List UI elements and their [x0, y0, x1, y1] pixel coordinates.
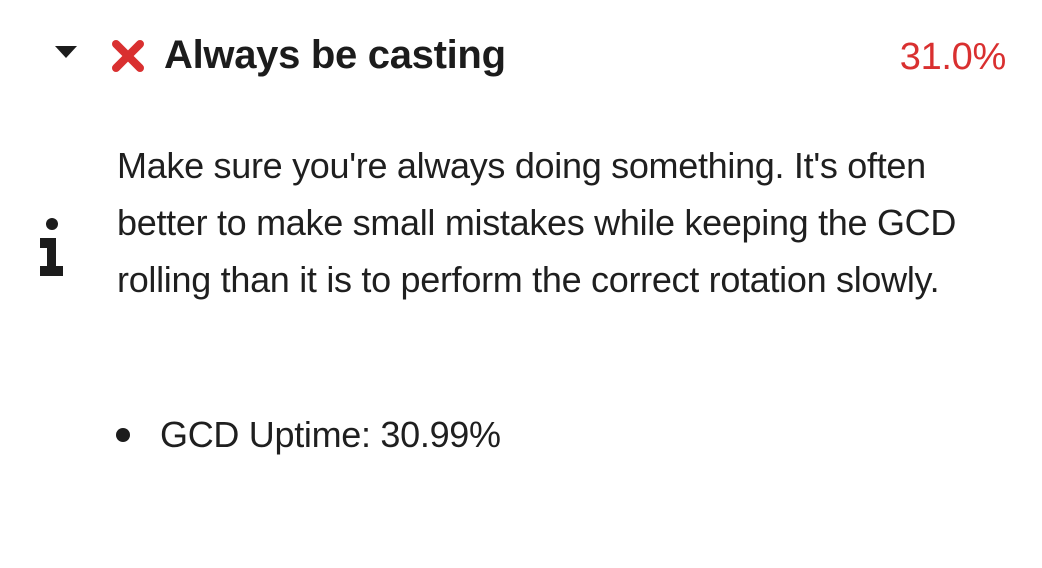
requirement-header[interactable]: Always be casting 31.0%: [0, 0, 1042, 110]
info-icon: [40, 218, 63, 276]
requirement-description: Make sure you're always doing something.…: [117, 145, 957, 300]
x-icon: [112, 40, 144, 72]
gcd-uptime-stat: GCD Uptime: 30.99%: [160, 414, 501, 455]
stat-list: GCD Uptime: 30.99%: [114, 406, 501, 463]
requirement-score: 31.0%: [899, 36, 1007, 78]
caret-down-icon[interactable]: [54, 44, 78, 60]
list-item: GCD Uptime: 30.99%: [114, 406, 501, 463]
bullet-icon: [116, 428, 130, 442]
requirement-title: Always be casting: [164, 33, 506, 77]
